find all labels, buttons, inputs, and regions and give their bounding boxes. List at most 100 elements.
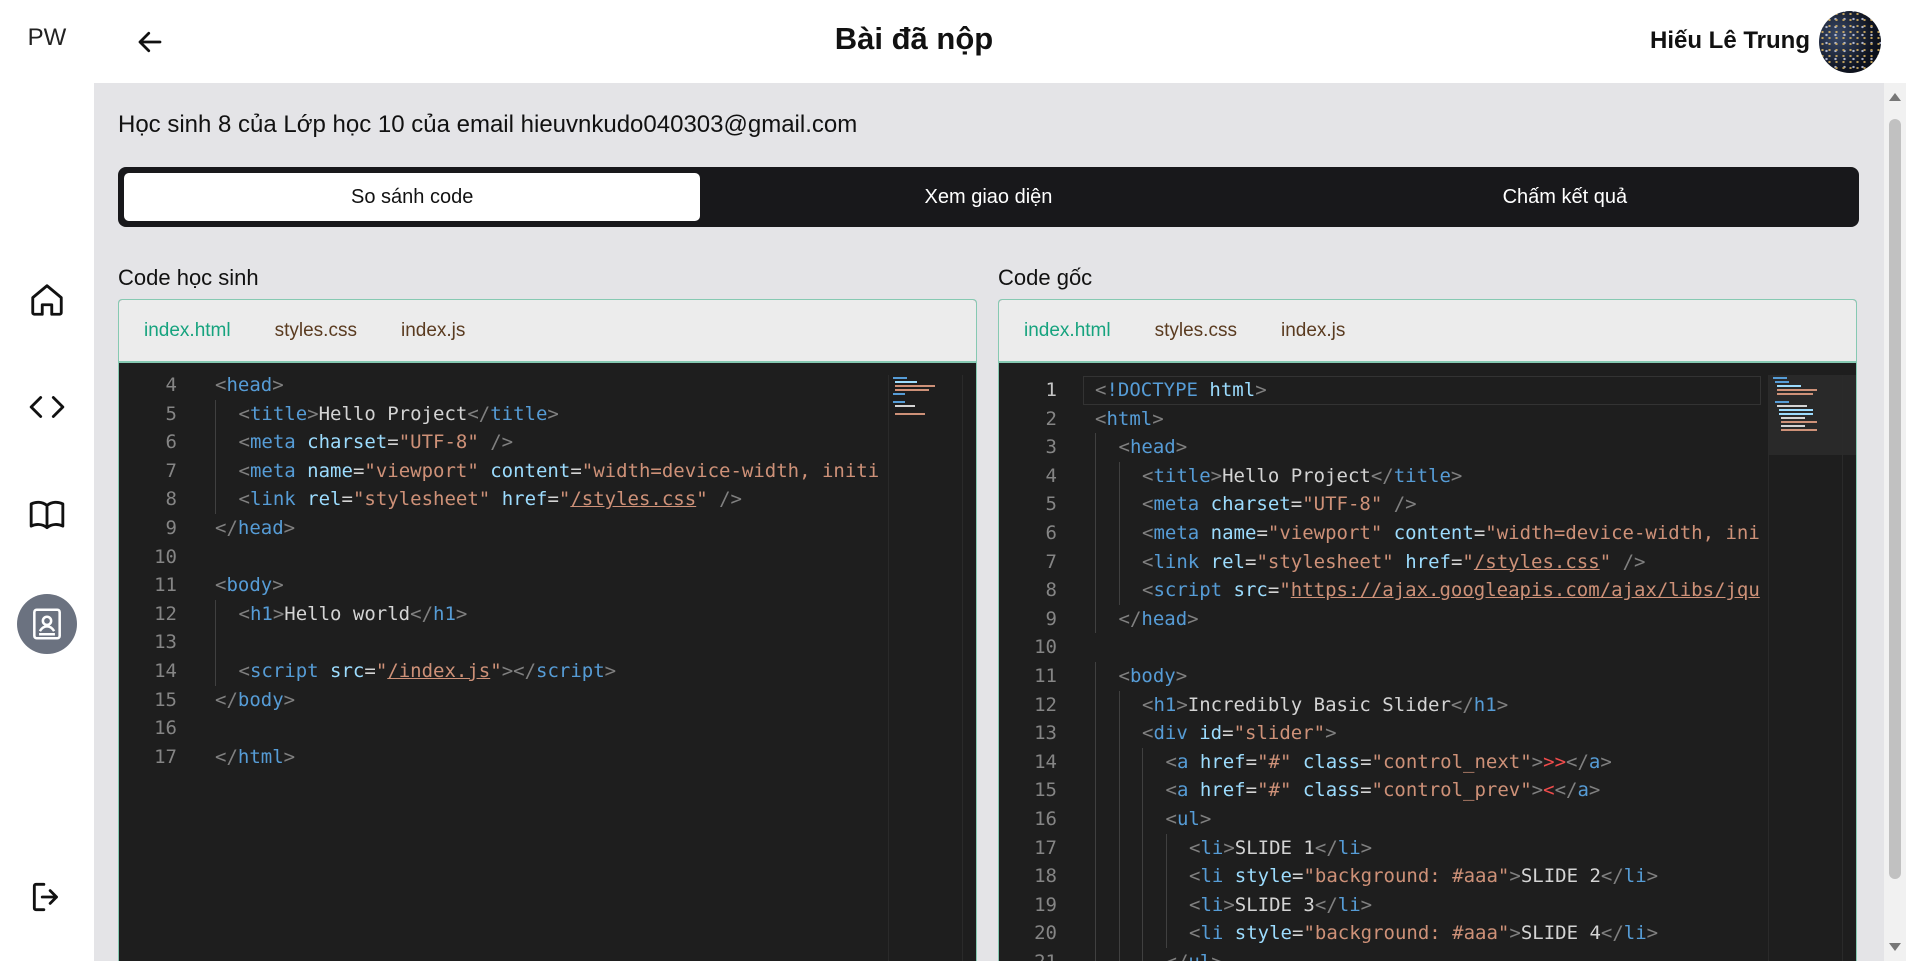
indent-guide xyxy=(1118,833,1120,863)
code-icon[interactable] xyxy=(17,377,77,437)
tab-view-ui[interactable]: Xem giao diện xyxy=(700,173,1276,221)
line-number: 15 xyxy=(1034,779,1057,802)
code-text: <link rel="stylesheet" href="/styles.css… xyxy=(1142,550,1646,573)
indent-guide xyxy=(215,599,216,629)
indent-guide xyxy=(1095,890,1096,920)
indent-guide xyxy=(1142,862,1143,891)
file-tab-index-html[interactable]: index.html xyxy=(144,320,231,342)
code-text: <li style="background: #aaa">SLIDE 4</li… xyxy=(1189,922,1659,945)
line-number: 5 xyxy=(165,402,177,425)
tab-grade-result[interactable]: Chấm kết quả xyxy=(1277,173,1853,221)
user-name[interactable]: Hiếu Lê Trung xyxy=(1650,27,1810,55)
indent-guide xyxy=(1095,719,1096,748)
sidebar: PW xyxy=(0,0,94,961)
tab-compare-code[interactable]: So sánh code xyxy=(124,173,701,221)
file-tab-index-html[interactable]: index.html xyxy=(1024,320,1111,342)
line-number: 11 xyxy=(154,574,177,597)
line-number: 20 xyxy=(1034,922,1057,945)
code-text: <a href="#" class="control_next">>></a> xyxy=(1165,750,1612,773)
book-icon[interactable] xyxy=(17,485,77,545)
indent-guide xyxy=(1118,947,1120,961)
code-text: <title>Hello Project</title> xyxy=(238,402,559,425)
code-line: 11 <body> xyxy=(999,661,1856,691)
code-line: 3 <head> xyxy=(999,433,1856,462)
line-number: 7 xyxy=(165,459,177,482)
code-line: 16 xyxy=(119,714,976,743)
code-line: 13 <div id="slider"> xyxy=(999,719,1856,748)
code-text: <head> xyxy=(1118,436,1188,459)
scroll-up-arrow-icon[interactable] xyxy=(1889,93,1901,101)
page-title: Bài đã nộp xyxy=(834,21,994,56)
indent-guide xyxy=(1095,804,1096,834)
line-number: 11 xyxy=(1034,664,1057,687)
code-text: </html> xyxy=(215,745,296,768)
line-number: 9 xyxy=(1045,607,1057,630)
indent-guide xyxy=(1165,833,1167,863)
line-number: 14 xyxy=(154,659,177,682)
indent-guide xyxy=(1095,461,1096,491)
editor-scrollbar[interactable] xyxy=(962,375,976,961)
line-number: 8 xyxy=(165,488,177,511)
code-text: <h1>Hello world</h1> xyxy=(238,602,468,625)
indent-guide xyxy=(1095,747,1096,777)
indent-guide xyxy=(1095,776,1096,805)
scroll-down-arrow-icon[interactable] xyxy=(1889,943,1901,951)
indent-guide xyxy=(1118,862,1120,891)
student-code-panel: index.html styles.css index.js 4 <head> 5 <… xyxy=(118,299,977,961)
code-line: 10 xyxy=(999,633,1856,662)
code-text: <div id="slider"> xyxy=(1142,722,1337,745)
code-text: <h1>Incredibly Basic Slider</h1> xyxy=(1142,693,1509,716)
file-tab-index-js[interactable]: index.js xyxy=(1281,320,1345,342)
indent-guide xyxy=(1142,833,1143,863)
code-text: <link rel="stylesheet" href="/styles.css… xyxy=(238,488,743,511)
main-content: Học sinh 8 của Lớp học 10 của email hieu… xyxy=(94,83,1884,961)
file-tab-styles-css[interactable]: styles.css xyxy=(1155,320,1237,342)
indent-guide xyxy=(1095,604,1096,634)
scrollbar-thumb[interactable] xyxy=(1889,119,1901,879)
indent-guide xyxy=(1118,461,1120,491)
line-number: 5 xyxy=(1045,493,1057,516)
app-logo[interactable]: PW xyxy=(0,24,94,52)
line-number: 8 xyxy=(1045,579,1057,602)
indent-guide xyxy=(215,485,216,514)
indent-guide xyxy=(215,399,216,429)
file-tabs: index.html styles.css index.js xyxy=(119,300,976,363)
line-number: 10 xyxy=(154,545,177,568)
code-line: 8 <script src="https://ajax.googleapis.co… xyxy=(999,576,1856,605)
code-editor[interactable]: 1 <!DOCTYPE html> 2 <html> 3 <head> 4 <title>He… xyxy=(999,365,1856,961)
indent-guide xyxy=(1118,547,1120,577)
file-tab-styles-css[interactable]: styles.css xyxy=(275,320,357,342)
code-line: 15 </body> xyxy=(119,686,976,715)
code-line: 14 <script src="/index.js"></script> xyxy=(119,656,976,686)
page-scrollbar[interactable] xyxy=(1884,83,1906,961)
code-editor[interactable]: 4 <head> 5 <title>Hello Project</title> 6 <me… xyxy=(119,365,976,961)
logout-icon[interactable] xyxy=(17,867,77,927)
line-number: 3 xyxy=(1045,436,1057,459)
editor-scrollbar[interactable] xyxy=(1842,375,1856,961)
indent-guide xyxy=(1165,890,1167,920)
code-text: <script src="/index.js"></script> xyxy=(238,659,617,682)
code-line: 18 <li style="background: #aaa">SLIDE 2</… xyxy=(999,862,1856,891)
student-code-label: Code học sinh xyxy=(118,265,259,290)
code-line: 6 <meta name="viewport" content="width=de… xyxy=(999,518,1856,548)
code-line: 7 <meta name="viewport" content="width=de… xyxy=(119,456,976,486)
indent-guide xyxy=(1095,690,1096,720)
line-number: 6 xyxy=(165,431,177,454)
line-number: 15 xyxy=(154,688,177,711)
code-text: <body> xyxy=(215,574,284,597)
code-line: 1 <!DOCTYPE html> xyxy=(999,376,1856,405)
submission-icon[interactable] xyxy=(17,594,77,654)
code-lines: 4 <head> 5 <title>Hello Project</title> 6 <me… xyxy=(119,371,976,771)
indent-guide xyxy=(1118,576,1120,605)
indent-guide xyxy=(1095,547,1096,577)
indent-guide xyxy=(1118,690,1120,720)
code-text: <head> xyxy=(215,374,284,396)
line-number: 9 xyxy=(165,516,177,539)
avatar[interactable] xyxy=(1819,11,1881,73)
home-icon[interactable] xyxy=(17,270,77,330)
code-line: 11 <body> xyxy=(119,571,976,600)
code-text: </head> xyxy=(215,516,296,539)
file-tab-index-js[interactable]: index.js xyxy=(401,320,465,342)
indent-guide xyxy=(215,456,216,486)
indent-guide xyxy=(1095,576,1096,605)
